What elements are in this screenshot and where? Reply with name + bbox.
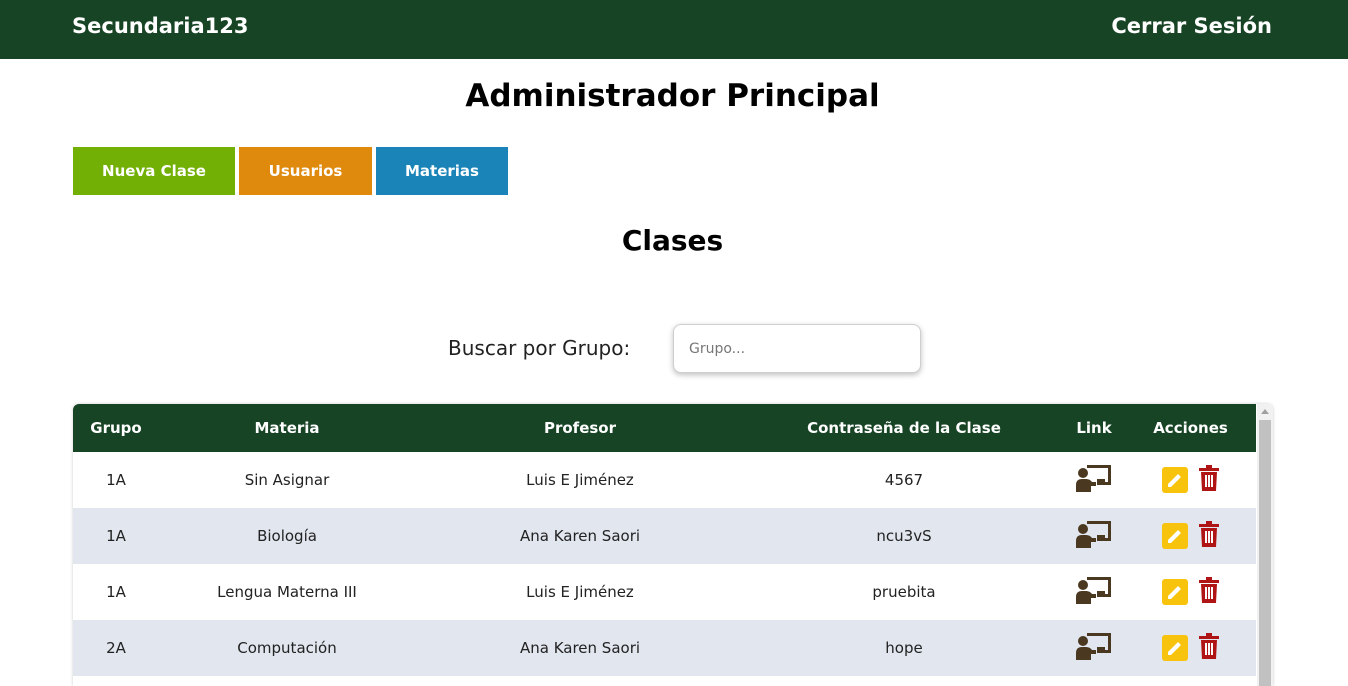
teacher-presentation-icon[interactable] bbox=[1075, 575, 1113, 609]
cell-actions bbox=[1125, 508, 1256, 564]
cell-grupo: 2A bbox=[106, 639, 126, 657]
trash-icon[interactable] bbox=[1198, 521, 1220, 551]
users-button[interactable]: Usuarios bbox=[239, 147, 372, 195]
page-title: Administrador Principal bbox=[465, 78, 880, 114]
cell-profesor: Ana Karen Saori bbox=[519, 527, 641, 545]
scroll-thumb[interactable] bbox=[1259, 420, 1271, 686]
logout-link[interactable]: Cerrar Sesión bbox=[1111, 14, 1272, 38]
pencil-icon[interactable] bbox=[1161, 579, 1188, 605]
brand-logo-text[interactable]: Secundaria123 bbox=[72, 14, 248, 38]
cell-grupo: 1A bbox=[106, 527, 126, 545]
top-navbar: Secundaria123 Cerrar Sesión bbox=[0, 0, 1348, 59]
cell-link bbox=[1063, 620, 1125, 676]
cell-materia: Sin Asignar bbox=[244, 471, 330, 489]
column-header-materia: Materia bbox=[254, 419, 320, 437]
cell-profesor: Luis E Jiménez bbox=[526, 583, 634, 601]
pencil-icon[interactable] bbox=[1161, 467, 1188, 493]
classes-table: Grupo Materia Profesor Contraseña de la … bbox=[73, 404, 1256, 676]
column-header-profesor: Profesor bbox=[543, 419, 617, 437]
teacher-presentation-icon[interactable] bbox=[1075, 463, 1113, 497]
cell-link bbox=[1063, 564, 1125, 620]
classes-table-container: Grupo Materia Profesor Contraseña de la … bbox=[73, 404, 1273, 686]
pencil-icon[interactable] bbox=[1161, 635, 1188, 661]
table-body: 1A Sin Asignar Luis E Jiménez 4567 1A Biologí… bbox=[73, 452, 1256, 676]
trash-icon[interactable] bbox=[1198, 633, 1220, 663]
table-row: 1A Lengua Materna III Luis E Jiménez pruebi… bbox=[73, 564, 1256, 620]
column-header-link: Link bbox=[1076, 419, 1112, 437]
cell-link bbox=[1063, 452, 1125, 508]
table-scrollbar[interactable] bbox=[1257, 404, 1273, 686]
cell-grupo: 1A bbox=[106, 583, 126, 601]
new-class-button[interactable]: Nueva Clase bbox=[73, 147, 235, 195]
table-row: 1A Sin Asignar Luis E Jiménez 4567 bbox=[73, 452, 1256, 508]
section-title: Clases bbox=[621, 224, 724, 257]
teacher-presentation-icon[interactable] bbox=[1075, 519, 1113, 553]
cell-materia: Computación bbox=[237, 639, 337, 657]
column-header-password: Contraseña de la Clase bbox=[807, 419, 1001, 437]
trash-icon[interactable] bbox=[1198, 465, 1220, 495]
cell-password: 4567 bbox=[884, 471, 924, 489]
cell-link bbox=[1063, 508, 1125, 564]
teacher-presentation-icon[interactable] bbox=[1075, 631, 1113, 665]
cell-actions bbox=[1125, 620, 1256, 676]
cell-grupo: 1A bbox=[106, 471, 126, 489]
cell-profesor: Luis E Jiménez bbox=[526, 471, 634, 489]
group-search-input[interactable] bbox=[673, 324, 921, 373]
subjects-button[interactable]: Materias bbox=[376, 147, 508, 195]
cell-password: pruebita bbox=[872, 583, 936, 601]
scroll-up-arrow-icon[interactable] bbox=[1261, 409, 1269, 414]
cell-password: ncu3vS bbox=[876, 527, 932, 545]
cell-actions bbox=[1125, 564, 1256, 620]
cell-materia: Biología bbox=[257, 527, 317, 545]
column-header-grupo: Grupo bbox=[90, 419, 142, 437]
table-header-row: Grupo Materia Profesor Contraseña de la … bbox=[73, 404, 1256, 452]
search-label: Buscar por Grupo: bbox=[448, 336, 631, 360]
pencil-icon[interactable] bbox=[1161, 523, 1188, 549]
cell-actions bbox=[1125, 452, 1256, 508]
trash-icon[interactable] bbox=[1198, 577, 1220, 607]
cell-profesor: Ana Karen Saori bbox=[519, 639, 641, 657]
cell-materia: Lengua Materna III bbox=[217, 583, 357, 601]
column-header-acciones: Acciones bbox=[1153, 419, 1228, 437]
table-row: 2A Computación Ana Karen Saori hope bbox=[73, 620, 1256, 676]
table-row: 1A Biología Ana Karen Saori ncu3vS bbox=[73, 508, 1256, 564]
cell-password: hope bbox=[885, 639, 923, 657]
